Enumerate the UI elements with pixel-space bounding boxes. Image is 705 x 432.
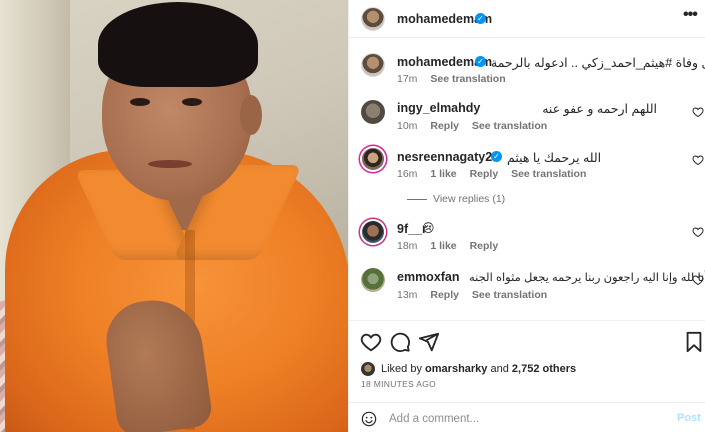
comment-likes-count[interactable]: 1 like bbox=[430, 240, 456, 252]
verified-badge-icon: ✓ bbox=[475, 56, 486, 67]
post-action-bar bbox=[349, 320, 705, 360]
like-comment-heart-icon[interactable] bbox=[692, 274, 704, 286]
liker-username[interactable]: omarsharky bbox=[425, 363, 487, 375]
like-heart-icon[interactable] bbox=[360, 331, 382, 353]
comment-avatar[interactable] bbox=[361, 268, 385, 292]
comment-username[interactable]: emmoxfan bbox=[397, 270, 460, 284]
mouth bbox=[148, 160, 192, 168]
comment-text: أنا لله وإنا اليه راجعون ربنا يرحمه يجعل… bbox=[469, 272, 705, 284]
author-avatar[interactable] bbox=[361, 7, 385, 31]
liker-avatar bbox=[361, 362, 375, 376]
comment-username[interactable]: ingy_elmahdy bbox=[397, 101, 480, 115]
comment-meta: 18m 1 like Reply bbox=[397, 240, 508, 252]
comment-avatar[interactable] bbox=[361, 100, 385, 124]
see-translation-link[interactable]: See translation bbox=[511, 168, 586, 180]
likes-and: and bbox=[490, 363, 509, 375]
comment-time: 16m bbox=[397, 168, 418, 180]
comment-time: 13m bbox=[397, 289, 418, 301]
replies-divider bbox=[407, 198, 427, 200]
emoji-smile-icon[interactable] bbox=[361, 411, 377, 427]
more-options-icon[interactable]: ••• bbox=[683, 7, 699, 26]
see-translation-link[interactable]: See translation bbox=[472, 120, 547, 132]
caption-meta: 17m See translation bbox=[397, 73, 516, 85]
comment-username[interactable]: nesreennagaty2 bbox=[397, 150, 492, 164]
ear bbox=[240, 95, 262, 135]
caption-text: ذكرى وفاة #هيثم_احمد_زكي .. ادعوله بالرح… bbox=[491, 56, 705, 70]
hair bbox=[98, 2, 258, 87]
reply-button[interactable]: Reply bbox=[430, 289, 459, 301]
likes-text: Liked by omarsharky and 2,752 others bbox=[381, 363, 576, 375]
like-comment-heart-icon[interactable] bbox=[692, 106, 704, 118]
caption-time: 17m bbox=[397, 73, 418, 85]
see-translation-link[interactable]: See translation bbox=[472, 289, 547, 301]
view-replies-label: View replies (1) bbox=[433, 193, 506, 205]
comment-text: 😢 bbox=[422, 221, 435, 235]
like-comment-heart-icon[interactable] bbox=[692, 154, 704, 166]
post-time-ago: 18 MINUTES AGO bbox=[361, 379, 437, 389]
comment-avatar[interactable] bbox=[362, 221, 384, 243]
post-comment-button[interactable]: Post bbox=[677, 412, 701, 424]
comment-time: 18m bbox=[397, 240, 418, 252]
like-comment-heart-icon[interactable] bbox=[692, 226, 704, 238]
comment-text: الله يرحمك يا هيثم bbox=[507, 151, 602, 165]
likes-summary[interactable]: Liked by omarsharky and 2,752 others bbox=[361, 362, 701, 378]
comment-bubble-icon[interactable] bbox=[389, 331, 411, 353]
right-eye bbox=[182, 98, 202, 106]
comment-avatar[interactable] bbox=[362, 148, 384, 170]
comment-likes-count[interactable]: 1 like bbox=[430, 168, 456, 180]
likes-prefix: Liked by bbox=[381, 363, 422, 375]
comment-meta: 16m 1 like Reply See translation bbox=[397, 168, 596, 180]
add-comment-input[interactable] bbox=[389, 409, 669, 429]
reply-button[interactable]: Reply bbox=[430, 120, 459, 132]
verified-badge-icon: ✓ bbox=[475, 13, 486, 24]
comment-text: اللهم ارحمه و عفو عنه bbox=[542, 102, 657, 116]
post-side-panel: mohamedemam ✓ ••• mohamedemam ✓ ذكرى وفا… bbox=[348, 0, 705, 432]
add-comment-bar: Post bbox=[349, 402, 705, 432]
post-header: mohamedemam ✓ ••• bbox=[349, 0, 705, 38]
see-translation-link[interactable]: See translation bbox=[430, 73, 505, 85]
caption-avatar[interactable] bbox=[361, 53, 385, 77]
reply-button[interactable]: Reply bbox=[470, 240, 499, 252]
reply-button[interactable]: Reply bbox=[470, 168, 499, 180]
save-bookmark-icon[interactable] bbox=[683, 331, 705, 353]
comment-meta: 13m Reply See translation bbox=[397, 289, 557, 301]
comment-time: 10m bbox=[397, 120, 418, 132]
view-replies-button[interactable]: View replies (1) bbox=[407, 193, 505, 205]
share-paper-plane-icon[interactable] bbox=[418, 331, 440, 353]
verified-badge-icon: ✓ bbox=[491, 151, 502, 162]
comment-meta: 10m Reply See translation bbox=[397, 120, 557, 132]
post-photo[interactable] bbox=[0, 0, 348, 432]
likes-count[interactable]: 2,752 others bbox=[512, 363, 576, 375]
left-eye bbox=[130, 98, 150, 106]
